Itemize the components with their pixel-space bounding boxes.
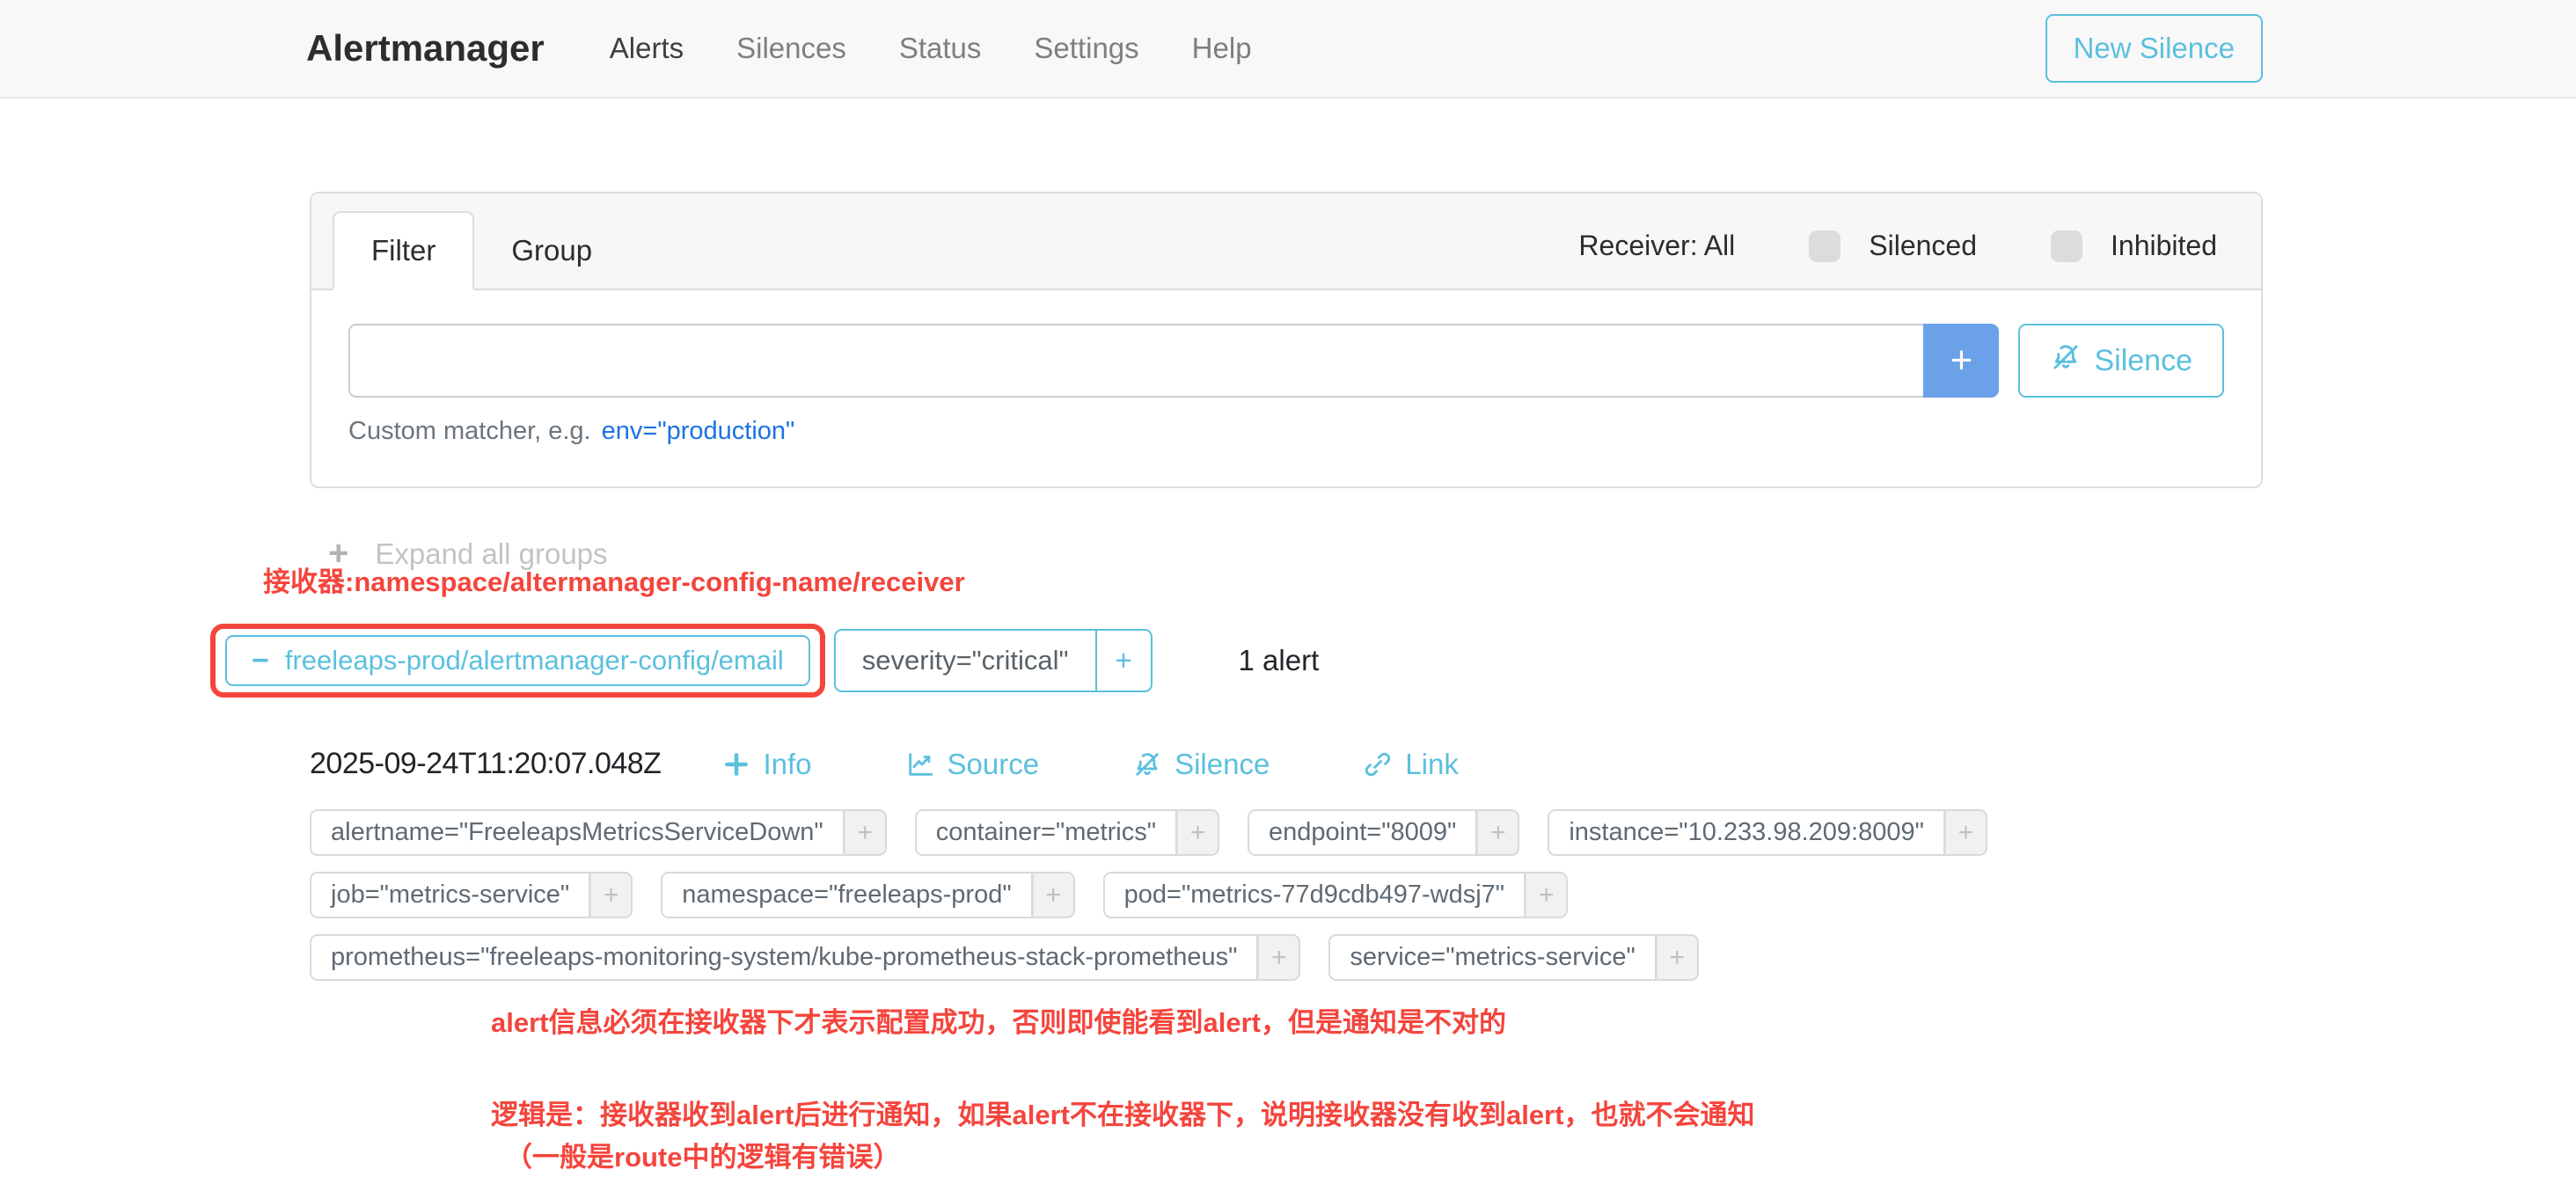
alert-action-silence[interactable]: Silence [1132, 748, 1270, 781]
new-silence-button[interactable]: New Silence [2045, 14, 2263, 83]
alert-action-source[interactable]: Source [905, 748, 1040, 781]
alert-label-chip: endpoint="8009"+ [1248, 809, 1519, 856]
add-label-filter-button[interactable]: + [1177, 809, 1219, 856]
silence-filter-label: Silence [2094, 344, 2192, 378]
add-label-filter-button[interactable]: + [1945, 809, 1987, 856]
alert-label-text: service="metrics-service" [1328, 934, 1656, 981]
checkbox-inhibited[interactable] [2051, 230, 2082, 262]
alert-label-chip: namespace="freeleaps-prod"+ [661, 872, 1074, 918]
receiver-group-name: freeleaps-prod/alertmanager-config/email [285, 645, 784, 676]
matcher-input[interactable] [348, 324, 1923, 398]
alert-label-text: container="metrics" [915, 809, 1177, 856]
alert-action-link[interactable]: Link [1363, 748, 1459, 781]
alert-actions: Info Source Silence Link [722, 748, 1458, 781]
alert-label-text: prometheus="freeleaps-monitoring-system/… [310, 934, 1258, 981]
add-label-filter-button[interactable]: + [1033, 872, 1075, 918]
alert-label-chip: prometheus="freeleaps-monitoring-system/… [310, 934, 1300, 981]
group-matcher-chip: severity="critical" + [834, 629, 1153, 692]
add-matcher-button[interactable]: + [1923, 324, 1999, 398]
alert-label-chip: alertname="FreeleapsMetricsServiceDown"+ [310, 809, 887, 856]
minus-icon: − [252, 644, 269, 678]
app-brand[interactable]: Alertmanager [306, 27, 545, 69]
alert-label-chip: container="metrics"+ [915, 809, 1219, 856]
nav-item-settings[interactable]: Settings [1007, 32, 1165, 65]
annotation-logic-line2: （一般是route中的逻辑有错误） [491, 1136, 2263, 1179]
nav-item-status[interactable]: Status [873, 32, 1008, 65]
toggle-inhibited[interactable]: Inhibited [2051, 230, 2217, 262]
main-nav: AlertsSilencesStatusSettingsHelp [583, 32, 1278, 65]
alert-labels: alertname="FreeleapsMetricsServiceDown"+… [310, 809, 2263, 981]
filter-card-body: + Silence Custom matcher, e.g.env="produ… [311, 290, 2261, 486]
alert-action-label: Silence [1175, 748, 1270, 781]
nav-item-silences[interactable]: Silences [710, 32, 873, 65]
alert-label-text: alertname="FreeleapsMetricsServiceDown" [310, 809, 845, 856]
add-label-filter-button[interactable]: + [1526, 872, 1568, 918]
alert-action-info[interactable]: Info [722, 748, 811, 781]
alert-label-text: pod="metrics-77d9cdb497-wdsj7" [1103, 872, 1526, 918]
bell-slash-icon [1132, 749, 1162, 779]
filter-group-tabs: Filter Group [333, 211, 629, 289]
alert-label-chip: job="metrics-service"+ [310, 872, 633, 918]
label-row: job="metrics-service"+namespace="freelea… [310, 872, 2263, 918]
matcher-example-link[interactable]: env="production" [602, 417, 795, 445]
annotation-logic-note: 逻辑是：接收器收到alert后进行通知，如果alert不在接收器下，说明接收器没… [491, 1094, 2263, 1179]
annotation-logic-line1: 逻辑是：接收器收到alert后进行通知，如果alert不在接收器下，说明接收器没… [491, 1094, 2263, 1136]
filter-card: Filter Group Receiver: All Silenced Inhib… [310, 192, 2263, 488]
alert-action-label: Info [763, 748, 811, 781]
add-label-filter-button[interactable]: + [1657, 934, 1699, 981]
checkbox-silenced[interactable] [1809, 230, 1841, 262]
group-matcher-label[interactable]: severity="critical" [834, 629, 1096, 692]
receiver-group-collapse-button[interactable]: − freeleaps-prod/alertmanager-config/ema… [225, 635, 810, 686]
alert-label-text: namespace="freeleaps-prod" [661, 872, 1032, 918]
alert-action-label: Link [1405, 748, 1459, 781]
alert-label-chip: instance="10.233.98.209:8009"+ [1548, 809, 1987, 856]
top-navbar: Alertmanager AlertsSilencesStatusSetting… [0, 0, 2576, 99]
link-icon [1363, 749, 1393, 779]
bell-slash-icon [2050, 341, 2082, 381]
annotation-receiver-note: 接收器:namespace/altermanager-config-name/r… [263, 559, 2263, 599]
annotation-highlight-box: − freeleaps-prod/alertmanager-config/ema… [210, 624, 825, 698]
chart-icon [905, 749, 935, 779]
tab-filter[interactable]: Filter [333, 211, 474, 290]
toggle-label-inhibited: Inhibited [2111, 230, 2217, 262]
alert-label-chip: service="metrics-service"+ [1328, 934, 1698, 981]
alert-label-text: endpoint="8009" [1248, 809, 1477, 856]
label-row: prometheus="freeleaps-monitoring-system/… [310, 934, 2263, 981]
add-label-filter-button[interactable]: + [1258, 934, 1300, 981]
label-row: alertname="FreeleapsMetricsServiceDown"+… [310, 809, 2263, 856]
annotation-alert-note: alert信息必须在接收器下才表示配置成功，否则即使能看到alert，但是通知是… [491, 1000, 2263, 1040]
alert-label-text: instance="10.233.98.209:8009" [1548, 809, 1945, 856]
state-toggles: Silenced Inhibited [1809, 230, 2217, 262]
plus-icon [722, 750, 750, 778]
alert-label-chip: pod="metrics-77d9cdb497-wdsj7"+ [1103, 872, 1568, 918]
alert-count: 1 alert [1239, 644, 1320, 677]
add-label-filter-button[interactable]: + [845, 809, 887, 856]
add-label-filter-button[interactable]: + [590, 872, 633, 918]
alert-timestamp: 2025-09-24T11:20:07.048Z [310, 747, 661, 781]
nav-item-alerts[interactable]: Alerts [583, 32, 710, 65]
group-matcher-add-button[interactable]: + [1096, 629, 1153, 692]
tab-group[interactable]: Group [474, 213, 629, 289]
toggle-label-silenced: Silenced [1869, 230, 1977, 262]
custom-matcher-hint: Custom matcher, e.g.env="production" [348, 417, 2224, 446]
filter-card-header: Filter Group Receiver: All Silenced Inhib… [311, 194, 2261, 290]
add-label-filter-button[interactable]: + [1477, 809, 1519, 856]
alert-label-text: job="metrics-service" [310, 872, 590, 918]
silence-filter-button[interactable]: Silence [2018, 324, 2224, 398]
receiver-filter-dropdown[interactable]: Receiver: All [1578, 230, 1735, 262]
alert-action-label: Source [948, 748, 1040, 781]
nav-item-help[interactable]: Help [1166, 32, 1278, 65]
toggle-silenced[interactable]: Silenced [1809, 230, 1977, 262]
